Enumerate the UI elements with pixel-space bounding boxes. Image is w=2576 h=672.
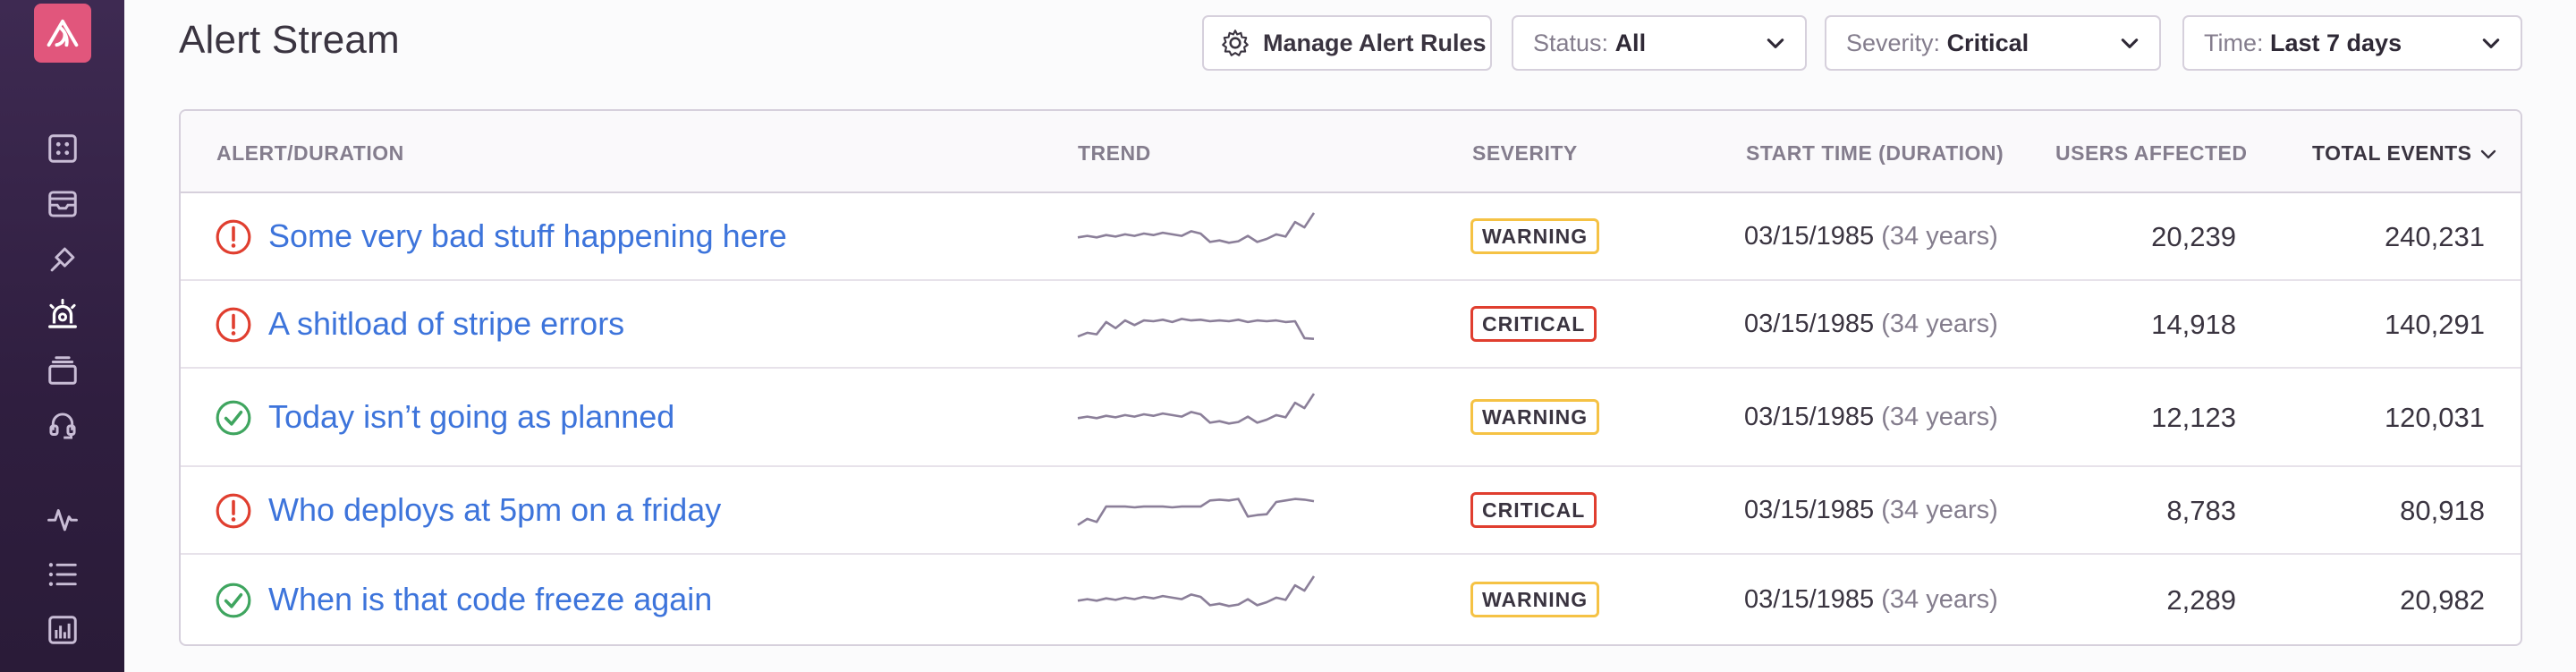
severity-badge: WARNING	[1470, 582, 1600, 617]
total-events-value: 20,982	[2400, 584, 2485, 616]
users-affected-value: 2,289	[2166, 584, 2236, 616]
time-filter-value: Last 7 days	[2270, 29, 2402, 56]
check-circle-icon	[216, 400, 251, 436]
manage-alert-rules-button[interactable]: Manage Alert Rules	[1202, 15, 1492, 71]
trend-sparkline	[1077, 393, 1316, 425]
start-date: 03/15/1985	[1744, 403, 1875, 431]
column-header-severity[interactable]: SEVERITY	[1472, 141, 1578, 166]
table-row[interactable]: A shitload of stripe errors CRITICAL 03/…	[181, 281, 2521, 369]
manage-alert-rules-label: Manage Alert Rules	[1263, 29, 1487, 56]
status-filter-value: All	[1614, 29, 1647, 56]
exclamation-circle-icon	[216, 493, 251, 529]
table-row[interactable]: Some very bad stuff happening here WARNI…	[181, 193, 2521, 281]
activity-icon[interactable]	[45, 501, 80, 537]
start-time: 03/15/1985 (34 years)	[1744, 496, 1998, 525]
sidebar	[0, 0, 124, 672]
check-circle-icon	[216, 583, 251, 618]
table-row[interactable]: Today isn’t going as planned WARNING 03/…	[181, 369, 2521, 467]
users-affected-value: 8,783	[2166, 495, 2236, 526]
total-events-value: 240,231	[2384, 221, 2485, 252]
column-header-trend: TREND	[1078, 141, 1151, 165]
exclamation-circle-icon	[216, 307, 251, 343]
users-affected-value: 14,918	[2151, 309, 2236, 340]
start-time: 03/15/1985 (34 years)	[1744, 403, 1998, 432]
users-affected-value: 12,123	[2151, 402, 2236, 433]
column-header-total-events-label: TOTAL EVENTS	[2312, 141, 2472, 165]
support-icon[interactable]	[45, 408, 80, 444]
sort-chevron-down-icon	[2480, 149, 2496, 159]
alert-title-link[interactable]: Who deploys at 5pm on a friday	[268, 491, 721, 529]
page-title: Alert Stream	[179, 18, 400, 62]
table-row[interactable]: When is that code freeze again WARNING 0…	[181, 555, 2521, 644]
table-row[interactable]: Who deploys at 5pm on a friday CRITICAL …	[181, 467, 2521, 555]
start-date: 03/15/1985	[1744, 585, 1875, 614]
users-affected-value: 20,239	[2151, 221, 2236, 252]
chevron-down-icon	[2121, 38, 2139, 48]
time-filter-dropdown[interactable]: Time: Last 7 days	[2182, 15, 2522, 71]
chevron-down-icon	[1767, 38, 1784, 48]
gear-icon	[1222, 30, 1249, 56]
severity-filter-value: Critical	[1946, 29, 2029, 56]
inbox-icon[interactable]	[45, 186, 80, 222]
alert-title-link[interactable]: When is that code freeze again	[268, 581, 712, 618]
column-header-total-events[interactable]: TOTAL EVENTS	[2312, 141, 2497, 166]
start-date: 03/15/1985	[1744, 222, 1875, 251]
trend-sparkline	[1077, 212, 1316, 244]
start-time: 03/15/1985 (34 years)	[1744, 585, 1998, 615]
time-filter-label: Time:	[2204, 29, 2264, 56]
alert-table: ALERT/DURATION TREND SEVERITY START TIME…	[179, 109, 2522, 646]
column-header-users-affected[interactable]: USERS AFFECTED	[2055, 141, 2247, 166]
releases-icon[interactable]	[45, 242, 80, 277]
status-filter-label: Status:	[1533, 29, 1609, 56]
duration: (34 years)	[1881, 310, 1998, 338]
alert-title-link[interactable]: Some very bad stuff happening here	[268, 217, 787, 255]
list-icon[interactable]	[45, 557, 80, 592]
table-header: ALERT/DURATION TREND SEVERITY START TIME…	[181, 111, 2521, 193]
duration: (34 years)	[1881, 496, 1998, 524]
status-filter-dropdown[interactable]: Status: All	[1512, 15, 1807, 71]
trend-sparkline	[1077, 498, 1315, 526]
trend-sparkline	[1077, 318, 1315, 340]
severity-filter-dropdown[interactable]: Severity: Critical	[1825, 15, 2161, 71]
column-header-alert[interactable]: ALERT/DURATION	[216, 141, 404, 166]
start-time: 03/15/1985 (34 years)	[1744, 222, 1998, 251]
duration: (34 years)	[1881, 585, 1998, 614]
start-date: 03/15/1985	[1744, 496, 1875, 524]
alert-title-link[interactable]: A shitload of stripe errors	[268, 305, 624, 343]
stats-icon[interactable]	[45, 612, 80, 648]
severity-badge: WARNING	[1470, 218, 1600, 254]
total-events-value: 80,918	[2400, 495, 2485, 526]
severity-badge: CRITICAL	[1470, 492, 1597, 528]
dashboard-icon[interactable]	[45, 131, 80, 166]
total-events-value: 140,291	[2384, 309, 2485, 340]
column-header-start-time[interactable]: START TIME (DURATION)	[1746, 141, 2004, 166]
duration: (34 years)	[1881, 222, 1998, 251]
archive-icon[interactable]	[45, 353, 80, 388]
chevron-down-icon	[2482, 38, 2500, 48]
severity-filter-label: Severity:	[1846, 29, 1941, 56]
total-events-value: 120,031	[2384, 402, 2485, 433]
trend-sparkline	[1077, 575, 1316, 608]
alert-title-link[interactable]: Today isn’t going as planned	[268, 398, 674, 436]
severity-badge: CRITICAL	[1470, 306, 1597, 342]
sentry-logo-icon[interactable]	[34, 4, 91, 63]
severity-badge: WARNING	[1470, 399, 1600, 435]
start-date: 03/15/1985	[1744, 310, 1875, 338]
exclamation-circle-icon	[216, 219, 251, 255]
start-time: 03/15/1985 (34 years)	[1744, 310, 1998, 339]
duration: (34 years)	[1881, 403, 1998, 431]
alerts-icon[interactable]	[45, 297, 80, 333]
